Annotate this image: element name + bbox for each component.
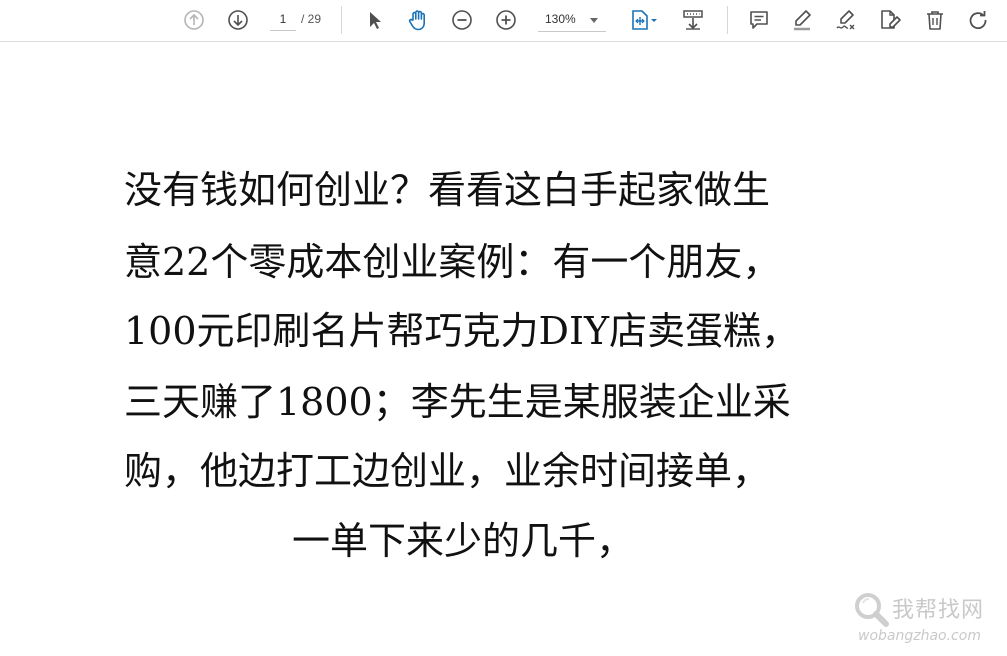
hand-tool-icon — [408, 10, 425, 31]
select-tool-icon — [370, 12, 381, 29]
toolbar-divider — [341, 6, 342, 34]
delete-button[interactable] — [920, 5, 950, 35]
document-text-line: 购，他边打工边创业，业余时间接单， — [124, 449, 771, 493]
rotate-button[interactable] — [963, 5, 993, 35]
fit-page-button[interactable] — [624, 5, 664, 35]
zoom-in-icon — [496, 10, 516, 30]
document-text-line: 100元印刷名片帮巧克力DIY店卖蛋糕， — [124, 309, 800, 353]
scroll-mode-icon — [683, 10, 703, 30]
document-text-line: 没有钱如何创业？看看这白手起家做生 — [124, 168, 771, 212]
magnifier-logo-icon — [855, 593, 889, 627]
edit-button[interactable] — [875, 5, 905, 35]
watermark-url: wobangzhao.com — [858, 628, 981, 644]
select-tool-button[interactable] — [360, 5, 390, 35]
edit-icon — [881, 10, 901, 29]
document-page: 没有钱如何创业？看看这白手起家做生 意22个零成本创业案例：有一个朋友， 100… — [0, 43, 1007, 656]
zoom-dropdown[interactable]: 130% — [538, 8, 606, 32]
document-text-line: 意22个零成本创业案例：有一个朋友， — [124, 240, 781, 284]
site-watermark: 我帮找网 wobangzhao.com — [852, 588, 1004, 650]
next-page-icon — [228, 10, 248, 30]
zoom-value: 130% — [545, 12, 576, 26]
scroll-mode-button[interactable] — [678, 5, 708, 35]
watermark-title: 我帮找网 — [892, 598, 985, 623]
zoom-out-icon — [452, 10, 472, 30]
rotate-icon — [969, 11, 987, 29]
comment-button[interactable] — [744, 5, 774, 35]
page-total-label: / 29 — [301, 12, 322, 26]
sign-icon — [836, 10, 855, 30]
zoom-out-button[interactable] — [447, 5, 477, 35]
comment-icon — [750, 11, 768, 29]
highlight-button[interactable] — [787, 5, 817, 35]
next-page-button[interactable] — [223, 5, 253, 35]
zoom-in-button[interactable] — [491, 5, 521, 35]
toolbar-divider — [727, 6, 728, 34]
previous-page-icon — [184, 10, 204, 30]
fit-page-icon — [632, 10, 657, 30]
sign-button[interactable] — [831, 5, 861, 35]
document-text-line: 一单下来少的几千， — [292, 519, 635, 563]
page-number-input[interactable] — [270, 8, 296, 31]
chevron-down-icon — [590, 18, 598, 23]
delete-icon — [927, 11, 943, 30]
document-text-line: 三天赚了1800；李先生是某服装企业采 — [124, 380, 791, 424]
previous-page-button[interactable] — [179, 5, 209, 35]
highlight-icon — [794, 10, 811, 31]
hand-tool-button[interactable] — [403, 5, 433, 35]
pdf-toolbar: / 29 130% — [0, 0, 1007, 42]
